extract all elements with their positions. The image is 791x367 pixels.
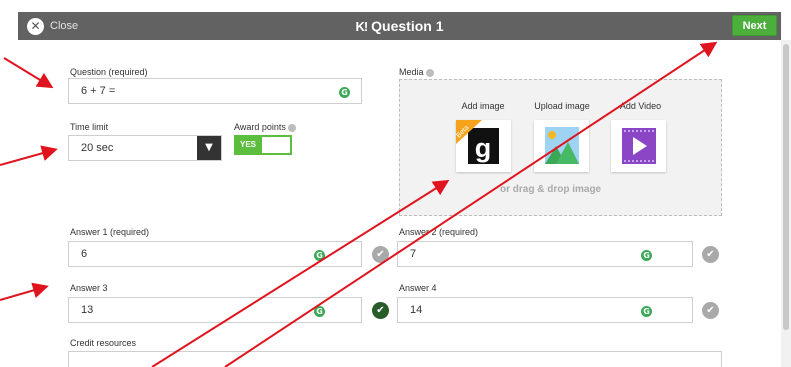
answer-3-label: Answer 3	[70, 283, 108, 293]
landscape-image-icon[interactable]	[534, 120, 589, 172]
award-points-text: Award points	[234, 122, 286, 132]
grammarly-icon[interactable]: G	[641, 250, 652, 261]
award-points-label: Award points	[234, 122, 296, 132]
answer-2-value: 7	[410, 248, 417, 260]
answer-1-input[interactable]: 6 G	[68, 241, 362, 267]
page-title: K! Question 1	[18, 18, 781, 34]
answer-1-label: Answer 1 (required)	[70, 227, 150, 237]
add-image-label: Add image	[461, 101, 505, 111]
annotation-arrow-answer	[0, 282, 49, 301]
add-image-option[interactable]: Add image	[443, 101, 523, 111]
kahoot-question-editor: ✕ Close K! Question 1 Next Question (requ…	[0, 0, 791, 367]
kahoot-logo: K!	[355, 19, 368, 34]
annotation-arrow-question	[3, 57, 54, 89]
answer-4-input[interactable]: 14 G	[397, 297, 693, 323]
answer-2-correct-toggle[interactable]: ✔	[702, 246, 719, 263]
drag-drop-hint: or drag & drop image	[500, 184, 602, 195]
answer-4-correct-toggle[interactable]: ✔	[702, 302, 719, 319]
question-title: Question 1	[371, 18, 444, 34]
getty-g-graphic: g Beta	[456, 120, 499, 164]
time-limit-label: Time limit	[70, 122, 109, 132]
grammarly-icon[interactable]: G	[314, 306, 325, 317]
time-limit-value: 20 sec	[81, 142, 114, 154]
answer-4-label: Answer 4	[399, 283, 437, 293]
media-label: Media	[399, 67, 434, 77]
landscape-graphic	[545, 127, 579, 164]
grammarly-icon[interactable]: G	[314, 250, 325, 261]
info-icon	[425, 68, 434, 77]
credit-resources-input[interactable]	[68, 351, 722, 367]
media-label-text: Media	[399, 67, 424, 77]
scrollbar[interactable]	[781, 40, 791, 367]
answer-2-label: Answer 2 (required)	[399, 227, 479, 237]
add-video-label: Add Video	[619, 101, 662, 111]
add-video-option[interactable]: Add Video	[603, 101, 678, 111]
getty-g-icon[interactable]: g Beta	[456, 120, 511, 172]
video-play-icon[interactable]	[611, 120, 666, 172]
answer-3-input[interactable]: 13 G	[68, 297, 362, 323]
answer-1-value: 6	[81, 248, 88, 260]
annotation-arrow-time	[0, 145, 58, 166]
answer-1-correct-toggle[interactable]: ✔	[372, 246, 389, 263]
question-form: Question (required) 6 + 7 = G Time limit…	[68, 40, 781, 367]
answer-2-input[interactable]: 7 G	[397, 241, 693, 267]
award-points-toggle[interactable]: YES	[234, 135, 292, 155]
upload-image-label: Upload image	[534, 101, 590, 111]
question-value: 6 + 7 =	[81, 85, 116, 97]
upload-image-option[interactable]: Upload image	[522, 101, 602, 111]
answer-4-value: 14	[410, 304, 423, 316]
answer-3-correct-toggle[interactable]: ✔	[372, 302, 389, 319]
scroll-thumb[interactable]	[783, 44, 789, 330]
credit-resources-label: Credit resources	[70, 338, 137, 348]
chevron-down-icon: ▼	[197, 136, 221, 160]
next-button[interactable]: Next	[732, 15, 777, 36]
grammarly-icon[interactable]: G	[641, 306, 652, 317]
video-graphic	[622, 128, 656, 164]
question-label: Question (required)	[70, 67, 148, 77]
toggle-text: YES	[240, 140, 257, 149]
getty-letter: g	[475, 133, 492, 163]
grammarly-icon[interactable]: G	[339, 87, 350, 98]
time-limit-select[interactable]: 20 sec ▼	[68, 135, 222, 161]
editor-header: ✕ Close K! Question 1 Next	[18, 12, 781, 40]
media-dropzone[interactable]: Add image Upload image Add Video g Beta	[399, 79, 722, 216]
answer-3-value: 13	[81, 304, 94, 316]
toggle-knob	[262, 137, 290, 153]
info-icon	[287, 123, 296, 132]
question-input[interactable]: 6 + 7 = G	[68, 78, 362, 104]
